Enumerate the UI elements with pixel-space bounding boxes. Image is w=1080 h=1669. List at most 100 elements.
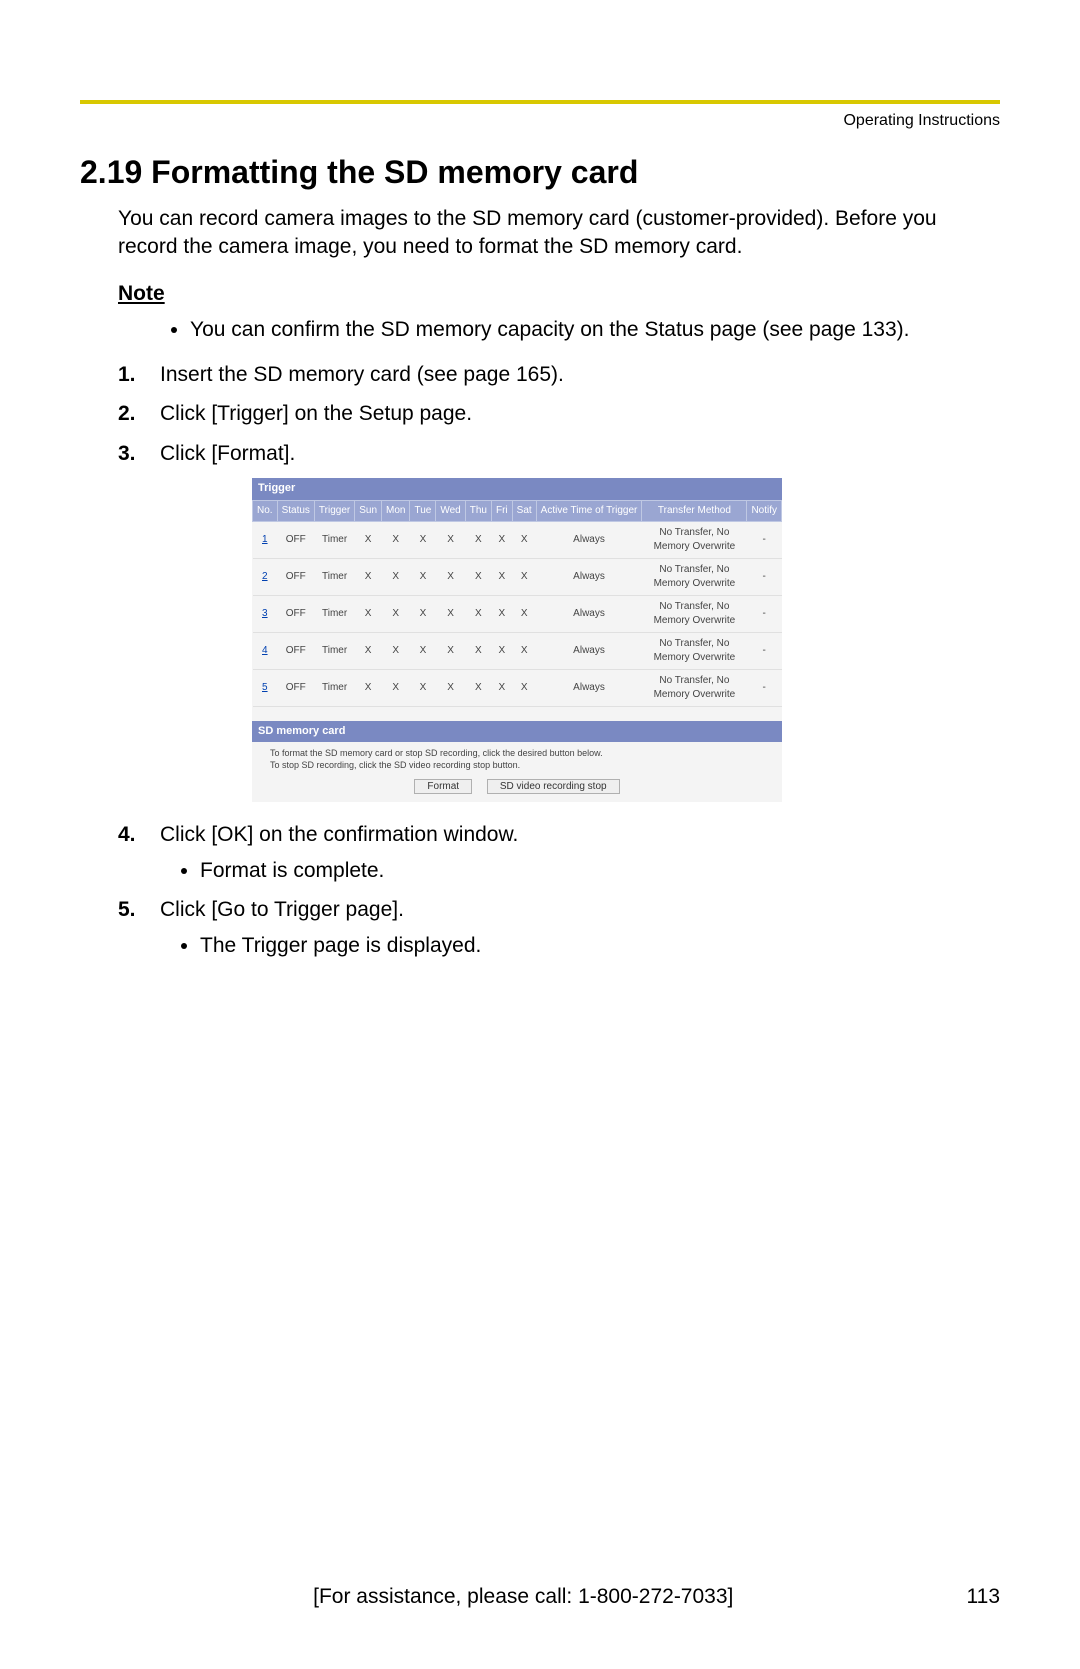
note-list: You can confirm the SD memory capacity o…: [190, 316, 1000, 344]
row-day: X: [512, 521, 536, 558]
row-day: X: [382, 669, 410, 706]
row-day: X: [436, 558, 465, 595]
row-day: X: [355, 632, 382, 669]
row-transfer: No Transfer, No Memory Overwrite: [642, 558, 747, 595]
sd-desc-line2: To stop SD recording, click the SD video…: [270, 760, 772, 772]
row-day: X: [410, 558, 436, 595]
row-day: X: [465, 521, 491, 558]
row-day: X: [382, 521, 410, 558]
row-day: X: [410, 669, 436, 706]
note-heading: Note: [118, 282, 1000, 306]
intro-paragraph: You can record camera images to the SD m…: [118, 205, 1000, 262]
table-header-row: No. Status Trigger Sun Mon Tue Wed Thu F…: [253, 500, 782, 521]
row-active: Always: [536, 521, 642, 558]
row-day: X: [382, 558, 410, 595]
row-day: X: [512, 669, 536, 706]
row-day: X: [436, 521, 465, 558]
row-transfer: No Transfer, No Memory Overwrite: [642, 669, 747, 706]
step-4-sub: Format is complete.: [200, 856, 1000, 885]
row-transfer: No Transfer, No Memory Overwrite: [642, 521, 747, 558]
row-transfer: No Transfer, No Memory Overwrite: [642, 595, 747, 632]
row-day: X: [491, 669, 512, 706]
row-day: X: [491, 632, 512, 669]
col-sun: Sun: [355, 500, 382, 521]
row-status: OFF: [277, 558, 314, 595]
row-day: X: [410, 632, 436, 669]
trigger-panel-title: Trigger: [252, 478, 782, 499]
trigger-table: No. Status Trigger Sun Mon Tue Wed Thu F…: [252, 500, 782, 707]
document-page: Operating Instructions 2.19 Formatting t…: [0, 0, 1080, 1669]
row-trigger: Timer: [314, 632, 354, 669]
row-day: X: [355, 558, 382, 595]
sd-panel-title: SD memory card: [252, 721, 782, 742]
row-active: Always: [536, 558, 642, 595]
row-no-link[interactable]: 1: [253, 521, 278, 558]
step-number: 5.: [118, 895, 136, 924]
steps-list: 1. Insert the SD memory card (see page 1…: [118, 360, 1000, 960]
row-transfer: No Transfer, No Memory Overwrite: [642, 632, 747, 669]
sd-desc-line1: To format the SD memory card or stop SD …: [270, 748, 772, 760]
row-notify: -: [747, 595, 782, 632]
page-footer: [For assistance, please call: 1-800-272-…: [80, 1585, 1000, 1609]
table-row: 3OFFTimerXXXXXXXAlwaysNo Transfer, No Me…: [253, 595, 782, 632]
format-button[interactable]: Format: [414, 779, 472, 794]
step-number: 3.: [118, 439, 136, 468]
table-row: 4OFFTimerXXXXXXXAlwaysNo Transfer, No Me…: [253, 632, 782, 669]
row-notify: -: [747, 558, 782, 595]
row-trigger: Timer: [314, 595, 354, 632]
col-thu: Thu: [465, 500, 491, 521]
step-2: 2. Click [Trigger] on the Setup page.: [118, 399, 1000, 428]
row-notify: -: [747, 632, 782, 669]
step-text: Click [Format].: [160, 442, 295, 465]
row-day: X: [465, 669, 491, 706]
row-status: OFF: [277, 632, 314, 669]
step-3: 3. Click [Format]. Trigger No. Status Tr…: [118, 439, 1000, 803]
step-5-sub: The Trigger page is displayed.: [200, 931, 1000, 960]
col-tue: Tue: [410, 500, 436, 521]
note-item: You can confirm the SD memory capacity o…: [190, 316, 1000, 344]
row-trigger: Timer: [314, 669, 354, 706]
table-row: 5OFFTimerXXXXXXXAlwaysNo Transfer, No Me…: [253, 669, 782, 706]
sd-button-row: Format SD video recording stop: [252, 775, 782, 802]
row-day: X: [465, 595, 491, 632]
row-status: OFF: [277, 521, 314, 558]
col-active: Active Time of Trigger: [536, 500, 642, 521]
step-number: 1.: [118, 360, 136, 389]
row-active: Always: [536, 632, 642, 669]
col-sat: Sat: [512, 500, 536, 521]
table-row: 2OFFTimerXXXXXXXAlwaysNo Transfer, No Me…: [253, 558, 782, 595]
table-row: 1OFFTimerXXXXXXXAlwaysNo Transfer, No Me…: [253, 521, 782, 558]
row-day: X: [512, 595, 536, 632]
row-day: X: [355, 669, 382, 706]
step-1: 1. Insert the SD memory card (see page 1…: [118, 360, 1000, 389]
step-5: 5. Click [Go to Trigger page]. The Trigg…: [118, 895, 1000, 960]
col-notify: Notify: [747, 500, 782, 521]
row-day: X: [436, 669, 465, 706]
row-day: X: [465, 558, 491, 595]
row-no-link[interactable]: 2: [253, 558, 278, 595]
col-wed: Wed: [436, 500, 465, 521]
row-day: X: [512, 558, 536, 595]
row-day: X: [436, 595, 465, 632]
row-status: OFF: [277, 669, 314, 706]
row-day: X: [410, 595, 436, 632]
row-no-link[interactable]: 4: [253, 632, 278, 669]
row-day: X: [355, 521, 382, 558]
row-no-link[interactable]: 3: [253, 595, 278, 632]
sd-stop-button[interactable]: SD video recording stop: [487, 779, 620, 794]
step-text: Insert the SD memory card (see page 165)…: [160, 363, 564, 386]
row-no-link[interactable]: 5: [253, 669, 278, 706]
footer-assist: [For assistance, please call: 1-800-272-…: [80, 1585, 967, 1609]
col-no: No.: [253, 500, 278, 521]
col-transfer: Transfer Method: [642, 500, 747, 521]
row-trigger: Timer: [314, 558, 354, 595]
trigger-screenshot: Trigger No. Status Trigger Sun Mon Tue W…: [252, 478, 782, 802]
row-day: X: [382, 595, 410, 632]
step-text: Click [Go to Trigger page].: [160, 898, 404, 921]
footer-page-number: 113: [967, 1585, 1000, 1609]
row-day: X: [355, 595, 382, 632]
row-status: OFF: [277, 595, 314, 632]
row-active: Always: [536, 595, 642, 632]
row-day: X: [491, 558, 512, 595]
row-notify: -: [747, 669, 782, 706]
